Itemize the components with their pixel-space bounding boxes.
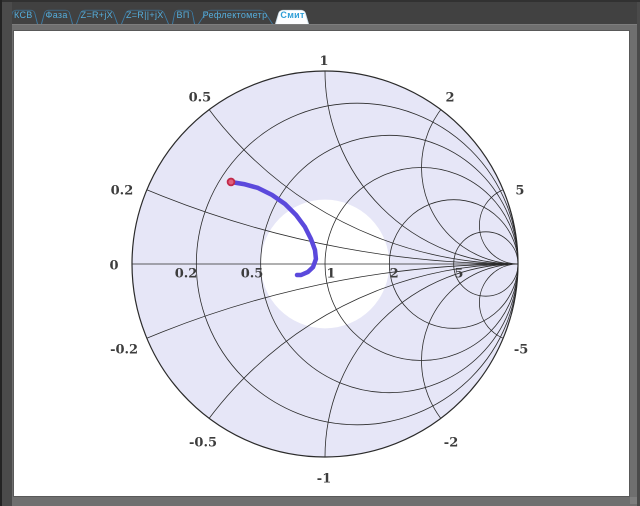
window-left-edge <box>0 0 2 506</box>
tab-reflectometer-label: Рефлектометр <box>203 10 268 20</box>
tab-smith[interactable]: Смит <box>275 5 309 24</box>
tab-ksv-label: КСВ <box>14 10 33 20</box>
axis-label: -5 <box>514 343 528 358</box>
tab-smith-label: Смит <box>280 10 304 20</box>
axis-label: 2 <box>446 91 455 106</box>
axis-label: 0.2 <box>175 267 198 282</box>
tab-phase[interactable]: Фаза <box>41 5 73 24</box>
axis-label: 1 <box>326 267 335 282</box>
axis-label: -1 <box>317 472 331 487</box>
tab-reflectometer[interactable]: Рефлектометр <box>198 5 273 24</box>
app-window: { "tabs": { "items": [ {"label": "КСВ", … <box>0 0 640 506</box>
axis-label: 0 <box>110 258 119 273</box>
tab-z-series[interactable]: Z=R+jX <box>76 5 118 24</box>
axis-label: -0.5 <box>189 435 217 450</box>
axis-label: 0.5 <box>189 91 212 106</box>
axis-label: 0.2 <box>111 184 134 199</box>
axis-label: -0.2 <box>110 343 138 358</box>
tab-ksv[interactable]: КСВ <box>9 5 38 24</box>
tab-bar: КСВ Фаза Z=R+jX Z=R||+jX ВП Рефлектометр… <box>0 0 640 24</box>
resize-grip[interactable] <box>630 497 637 504</box>
tab-phase-label: Фаза <box>46 10 68 20</box>
tab-z-parallel-label: Z=R||+jX <box>126 10 164 20</box>
smith-chart: 1 0.5 2 0.2 5 0 -0.2 -5 -0.5 -2 -1 0.2 0.5 1 2 5 <box>14 31 629 496</box>
tab-z-parallel[interactable]: Z=R||+jX <box>121 5 169 24</box>
content-area: 1 0.5 2 0.2 5 0 -0.2 -5 -0.5 -2 -1 0.2 0.5 1 2 5 <box>0 24 640 506</box>
axis-label: 5 <box>454 267 463 282</box>
tab-vp[interactable]: ВП <box>172 5 195 24</box>
tab-vp-label: ВП <box>177 10 190 20</box>
axis-label: 2 <box>390 267 399 282</box>
axis-label: 5 <box>515 184 524 199</box>
window-left-border <box>2 0 12 506</box>
axis-label: 0.5 <box>241 267 264 282</box>
smith-chart-panel: 1 0.5 2 0.2 5 0 -0.2 -5 -0.5 -2 -1 0.2 0.5 1 2 5 <box>13 30 630 497</box>
axis-label: 1 <box>320 54 329 69</box>
axis-label: -2 <box>444 435 458 450</box>
tab-z-series-label: Z=R+jX <box>81 10 113 20</box>
trace-marker <box>228 179 235 186</box>
window-top-edge <box>0 0 640 2</box>
